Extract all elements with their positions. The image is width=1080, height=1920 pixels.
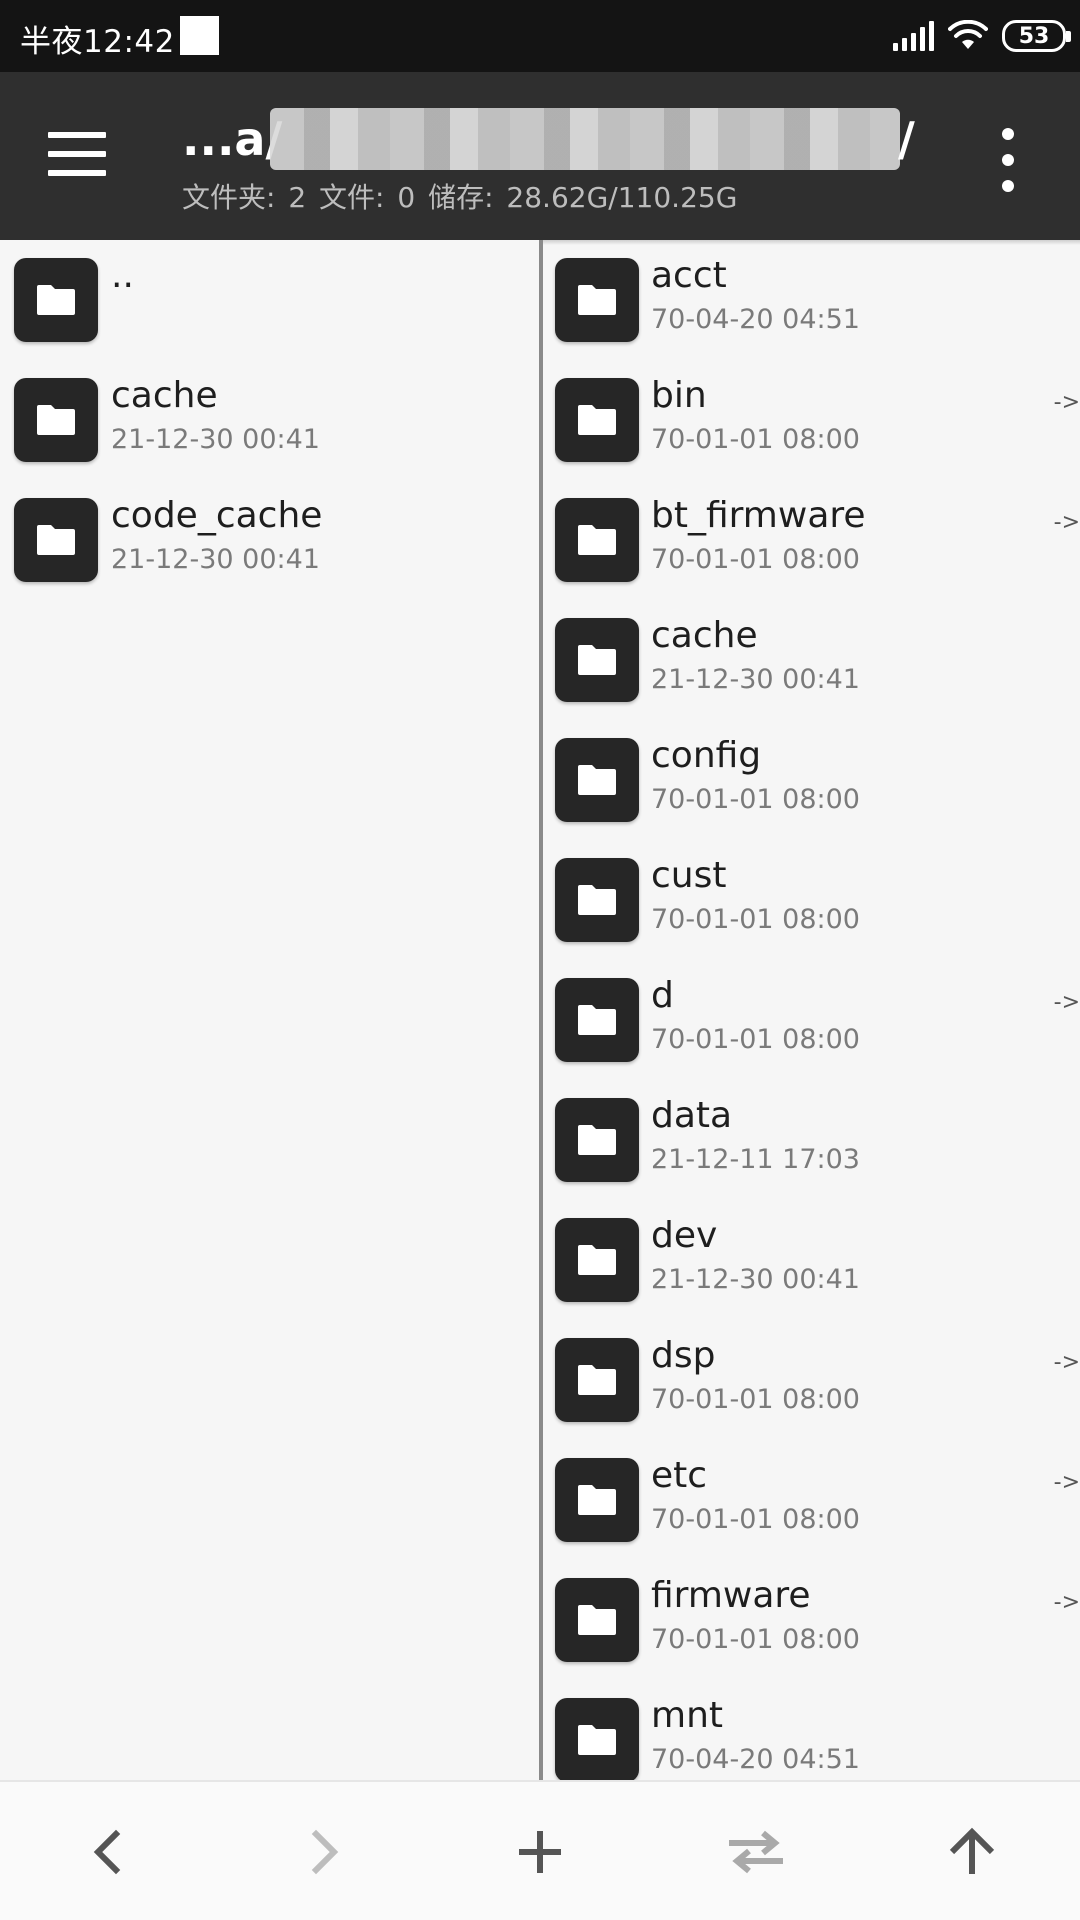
item-name: mnt: [651, 1695, 723, 1736]
item-date: 70-04-20 04:51: [651, 1744, 860, 1775]
item-name: firmware: [651, 1575, 811, 1616]
item-date: 21-12-30 00:41: [651, 664, 860, 695]
item-date: 70-01-01 08:00: [651, 1024, 860, 1055]
item-name: code_cache: [111, 495, 323, 536]
notification-icon: [180, 16, 219, 55]
folder-icon: [555, 738, 639, 822]
item-date: 21-12-11 17:03: [651, 1144, 860, 1175]
symlink-indicator: ->: [1053, 510, 1080, 535]
list-item[interactable]: config 70-01-01 08:00: [543, 720, 1080, 840]
status-bar: 半夜12:42 53: [0, 0, 1080, 72]
folder-icon: [555, 1698, 639, 1780]
symlink-indicator: ->: [1053, 1590, 1080, 1615]
swap-panes-button[interactable]: [648, 1782, 864, 1920]
folder-icon: [555, 258, 639, 342]
list-item[interactable]: etc 70-01-01 08:00 ->: [543, 1440, 1080, 1560]
folder-icon: [14, 258, 98, 342]
bottom-toolbar: [0, 1780, 1080, 1920]
item-name: cache: [651, 615, 758, 656]
left-pane: .. cache 21-12-30 00:41 code_cache 21-12…: [0, 240, 540, 1780]
add-button[interactable]: [432, 1782, 648, 1920]
current-path-end: /: [898, 112, 915, 166]
battery-icon: 53: [1002, 20, 1071, 52]
list-item[interactable]: cache 21-12-30 00:41: [543, 600, 1080, 720]
folder-icon: [555, 498, 639, 582]
symlink-indicator: ->: [1053, 1350, 1080, 1375]
symlink-indicator: ->: [1053, 1470, 1080, 1495]
back-button[interactable]: [0, 1782, 216, 1920]
folder-icon: [555, 1098, 639, 1182]
forward-button[interactable]: [216, 1782, 432, 1920]
item-name: d: [651, 975, 674, 1016]
folder-icon: [555, 1218, 639, 1302]
list-item[interactable]: dsp 70-01-01 08:00 ->: [543, 1320, 1080, 1440]
folder-icon: [555, 858, 639, 942]
symlink-indicator: ->: [1053, 990, 1080, 1015]
list-item[interactable]: mnt 70-04-20 04:51: [543, 1680, 1080, 1780]
back-icon: [93, 1829, 121, 1875]
item-date: 70-01-01 08:00: [651, 784, 860, 815]
menu-button[interactable]: [48, 132, 120, 184]
list-item[interactable]: cust 70-01-01 08:00: [543, 840, 1080, 960]
list-item[interactable]: firmware 70-01-01 08:00 ->: [543, 1560, 1080, 1680]
item-name: dev: [651, 1215, 718, 1256]
wifi-icon: [948, 20, 988, 49]
list-item[interactable]: bin 70-01-01 08:00 ->: [543, 360, 1080, 480]
up-directory-icon: [949, 1827, 995, 1874]
item-date: 70-01-01 08:00: [651, 1384, 860, 1415]
list-item[interactable]: cache 21-12-30 00:41: [0, 360, 540, 480]
list-item[interactable]: code_cache 21-12-30 00:41: [0, 480, 540, 600]
item-name: bt_firmware: [651, 495, 866, 536]
item-date: 70-01-01 08:00: [651, 1504, 860, 1535]
list-item[interactable]: d 70-01-01 08:00 ->: [543, 960, 1080, 1080]
current-path[interactable]: ...a/: [182, 112, 282, 166]
folder-icon: [555, 978, 639, 1062]
item-name: cust: [651, 855, 727, 896]
folder-icon: [555, 378, 639, 462]
path-redacted: [270, 108, 900, 170]
item-date: 21-12-30 00:41: [111, 424, 320, 455]
add-icon: [519, 1831, 561, 1873]
list-item[interactable]: data 21-12-11 17:03: [543, 1080, 1080, 1200]
item-name: data: [651, 1095, 733, 1136]
more-options-icon[interactable]: [996, 128, 1020, 192]
forward-icon: [311, 1829, 339, 1875]
storage-summary: 文件夹: 2 文件: 0 储存: 28.62G/110.25G: [182, 181, 738, 214]
right-pane: acct 70-04-20 04:51 bin 70-01-01 08:00 -> bt_…: [543, 240, 1080, 1780]
item-name: ..: [111, 255, 134, 296]
item-name: etc: [651, 1455, 708, 1496]
folder-icon: [14, 378, 98, 462]
up-directory-button[interactable]: [864, 1782, 1080, 1920]
list-item[interactable]: acct 70-04-20 04:51: [543, 240, 1080, 360]
folder-icon: [555, 1578, 639, 1662]
hamburger-icon: [48, 132, 106, 138]
item-name: config: [651, 735, 762, 776]
symlink-indicator: ->: [1053, 390, 1080, 415]
item-date: 70-01-01 08:00: [651, 424, 860, 455]
item-date: 21-12-30 00:41: [651, 1264, 860, 1295]
status-time: 半夜12:42: [20, 24, 175, 60]
item-date: 70-04-20 04:51: [651, 304, 860, 335]
list-item[interactable]: bt_firmware 70-01-01 08:00 ->: [543, 480, 1080, 600]
folder-icon: [555, 618, 639, 702]
item-date: 70-01-01 08:00: [651, 544, 860, 575]
item-name: bin: [651, 375, 707, 416]
list-item[interactable]: dev 21-12-30 00:41: [543, 1200, 1080, 1320]
item-name: cache: [111, 375, 218, 416]
item-date: 70-01-01 08:00: [651, 1624, 860, 1655]
item-name: acct: [651, 255, 727, 296]
item-date: 21-12-30 00:41: [111, 544, 320, 575]
app-bar: ...a/ / 文件夹: 2 文件: 0 储存: 28.62G/110.25G: [0, 72, 1080, 240]
swap-panes-icon: [729, 1830, 783, 1874]
status-icons: 53: [893, 18, 1071, 54]
item-name: dsp: [651, 1335, 716, 1376]
folder-icon: [14, 498, 98, 582]
signal-icon: [893, 21, 934, 51]
list-item[interactable]: ..: [0, 240, 540, 360]
folder-icon: [555, 1458, 639, 1542]
folder-icon: [555, 1338, 639, 1422]
item-date: 70-01-01 08:00: [651, 904, 860, 935]
